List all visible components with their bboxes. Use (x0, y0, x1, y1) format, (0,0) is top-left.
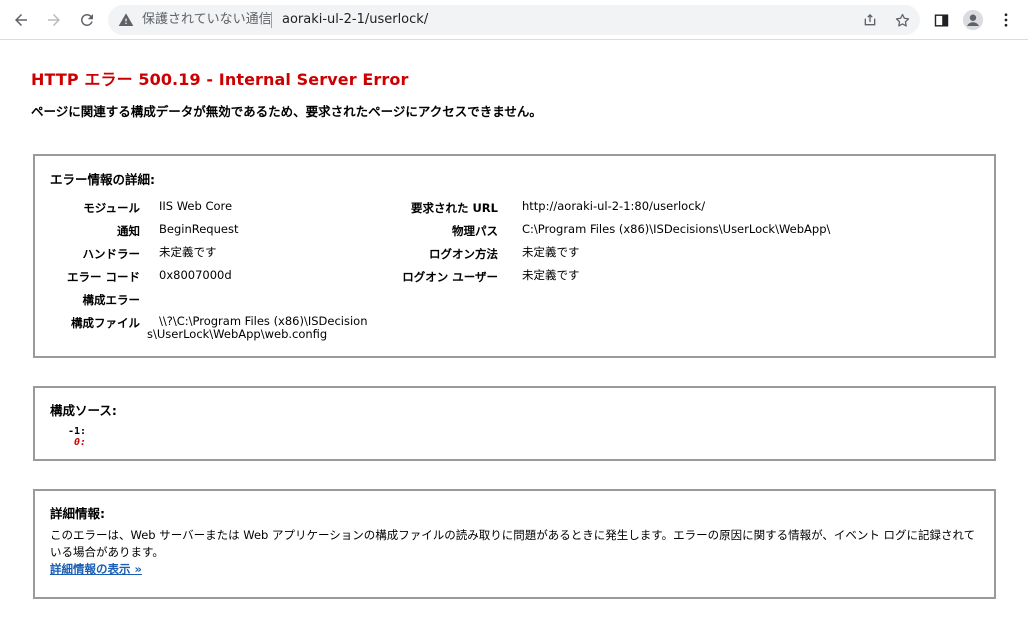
config-source-line-1: -1: (68, 426, 87, 437)
error-details-box: エラー情報の詳細: モジュール IIS Web Core 通知 BeginReq… (33, 154, 996, 358)
menu-button[interactable] (994, 8, 1018, 32)
address-bar[interactable]: 保護されていない通信 aoraki-ul-2-1/userlock/ (108, 5, 920, 35)
warning-triangle-icon (118, 13, 134, 26)
forward-button[interactable] (40, 6, 68, 34)
module-value: IIS Web Core (159, 199, 233, 213)
requested-url-label: 要求された URL (410, 201, 498, 215)
config-file-value-line2: s\UserLock\WebApp\web.config (147, 327, 328, 341)
security-status-text: 保護されていない通信 (142, 12, 272, 27)
star-icon (895, 13, 909, 27)
back-button[interactable] (7, 6, 35, 34)
profile-button[interactable] (961, 8, 985, 32)
config-source-heading: 構成ソース: (50, 403, 117, 418)
logon-user-label: ログオン ユーザー (402, 270, 498, 284)
bookmark-button[interactable] (892, 10, 912, 30)
back-arrow-icon (15, 14, 27, 26)
kebab-menu-icon (1004, 13, 1008, 27)
page-subtitle: ページに関連する構成データが無効であるため、要求されたページにアクセスできません… (31, 104, 542, 119)
error-code-label: エラー コード (66, 270, 140, 284)
omnibox-separator (271, 12, 272, 28)
physical-path-value: C:\Program Files (x86)\ISDecisions\UserL… (522, 222, 831, 236)
reload-icon (80, 13, 93, 26)
config-file-label: 構成ファイル (71, 316, 140, 330)
more-info-heading: 詳細情報: (50, 506, 105, 521)
config-error-label: 構成エラー (82, 293, 141, 307)
logon-user-value: 未定義です (522, 268, 580, 282)
side-panel-button[interactable] (929, 8, 953, 32)
notification-value: BeginRequest (159, 222, 239, 236)
browser-toolbar: 保護されていない通信 aoraki-ul-2-1/userlock/ (0, 0, 1028, 40)
more-info-description: このエラーは、Web サーバーまたは Web アプリケーションの構成ファイルの読… (50, 528, 976, 559)
notification-label: 通知 (117, 224, 140, 238)
module-label: モジュール (83, 201, 140, 215)
handler-value: 未定義です (159, 245, 217, 259)
page-title: HTTP エラー 500.19 - Internal Server Error (31, 70, 409, 89)
avatar-icon (962, 9, 984, 31)
side-panel-icon (934, 13, 948, 27)
view-more-info-link[interactable]: 詳細情報の表示 » (50, 561, 142, 577)
handler-label: ハンドラー (82, 247, 141, 261)
config-source-box: 構成ソース: -1: 0: (33, 386, 996, 461)
forward-arrow-icon (48, 14, 60, 26)
logon-method-label: ログオン方法 (429, 247, 498, 261)
error-details-heading: エラー情報の詳細: (50, 172, 155, 187)
url-text[interactable]: aoraki-ul-2-1/userlock/ (282, 11, 428, 29)
physical-path-label: 物理パス (452, 224, 498, 238)
error-code-value: 0x8007000d (159, 268, 232, 282)
config-source-line-2: 0: (74, 437, 87, 448)
share-button[interactable] (860, 10, 880, 30)
more-info-box: 詳細情報: このエラーは、Web サーバーまたは Web アプリケーションの構成… (33, 489, 996, 599)
reload-button[interactable] (73, 6, 101, 34)
requested-url-value: http://aoraki-ul-2-1:80/userlock/ (522, 199, 706, 213)
logon-method-value: 未定義です (522, 245, 580, 259)
share-icon (864, 14, 876, 26)
